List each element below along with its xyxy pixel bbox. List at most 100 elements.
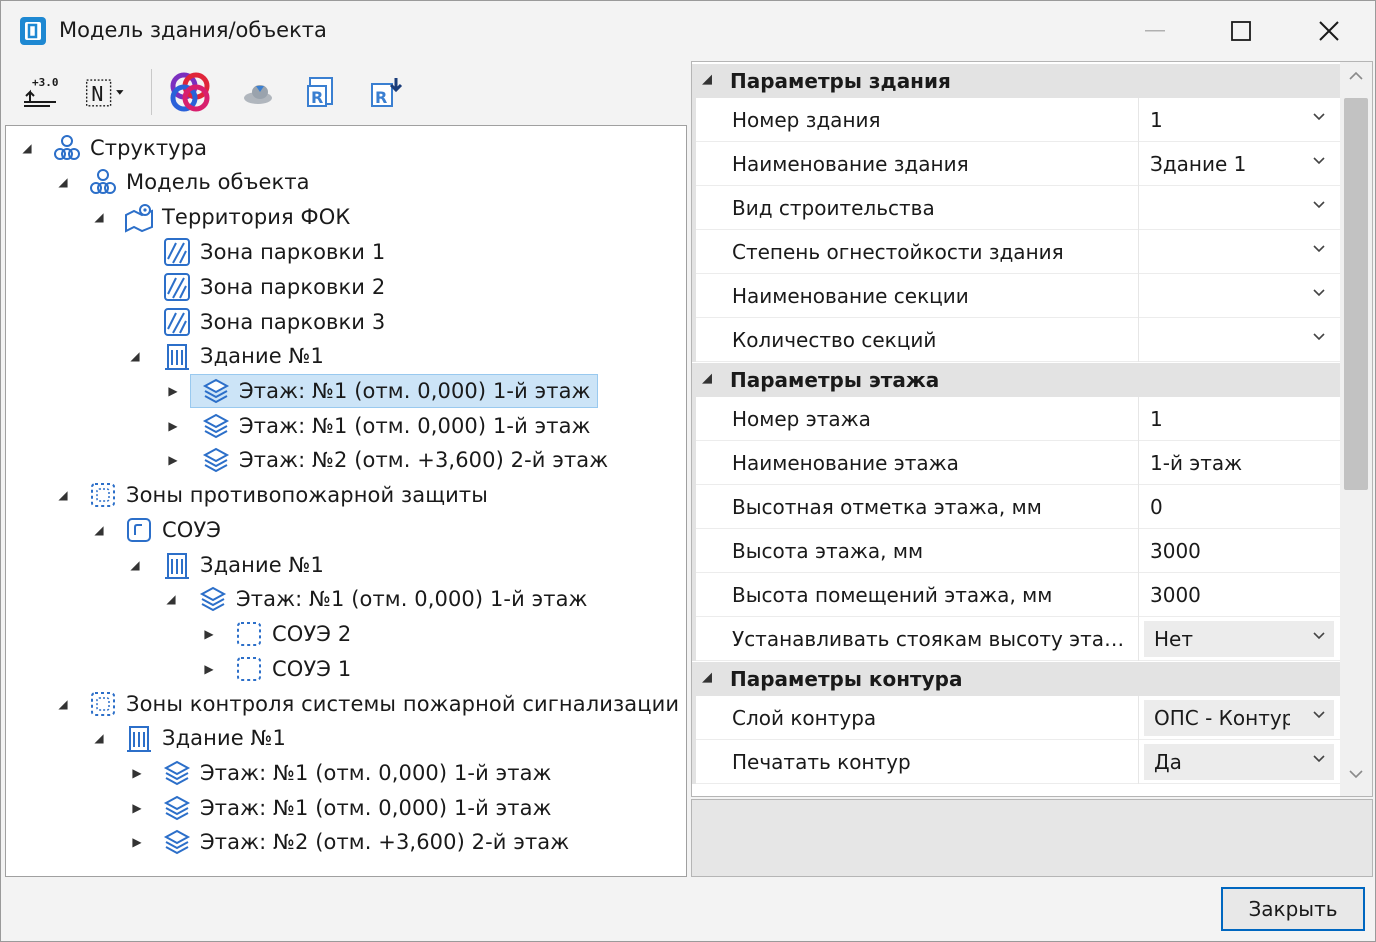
tree-node-building-1[interactable]: ◢ Здание №1 [92, 722, 286, 754]
expand-arrow-icon[interactable]: ▶ [202, 662, 216, 676]
property-row-construction-type[interactable]: Вид строительства [692, 186, 1340, 230]
revit-model-button[interactable] [167, 69, 213, 115]
tree-node-soue[interactable]: ◢ СОУЭ [92, 514, 221, 546]
tree-node-structure[interactable]: ◢ Структура [20, 132, 207, 164]
expand-arrow-icon[interactable]: ▶ [166, 384, 180, 398]
column-divider[interactable] [1138, 98, 1139, 142]
property-row-fire-resistance[interactable]: Степень огнестойкости здания [692, 230, 1340, 274]
chevron-down-icon[interactable] [1312, 629, 1326, 643]
scrollbar-thumb[interactable] [1344, 98, 1368, 490]
column-divider[interactable] [1138, 142, 1139, 186]
property-row-section-count[interactable]: Количество секций [692, 318, 1340, 362]
column-divider[interactable] [1138, 397, 1139, 441]
tree-node-territory[interactable]: ◢ Территория ФОК [92, 201, 350, 233]
scroll-up-icon[interactable] [1348, 70, 1364, 82]
category-floor-params[interactable]: ◢ Параметры этажа [692, 363, 1340, 397]
property-row-floor-height[interactable]: Высота этажа, мм 3000 [692, 529, 1340, 573]
property-row-contour-layer[interactable]: Слой контура ОПС - Контур [692, 696, 1340, 740]
expand-arrow-icon[interactable]: ▶ [202, 627, 216, 641]
property-row-floor-number[interactable]: Номер этажа 1 [692, 397, 1340, 441]
tree-node-floor[interactable]: ▶ Этаж: №2 (отм. +3,600) 2-й этаж [166, 444, 608, 476]
column-divider[interactable] [1138, 186, 1139, 230]
column-divider[interactable] [1138, 617, 1139, 661]
property-row-building-name[interactable]: Наименование здания Здание 1 [692, 142, 1340, 186]
column-divider[interactable] [1138, 529, 1139, 573]
tree-node-soue-1[interactable]: ▶ СОУЭ 1 [202, 653, 351, 685]
north-arrow-button[interactable]: N [83, 69, 129, 115]
collapse-arrow-icon[interactable]: ◢ [56, 175, 70, 189]
expand-arrow-icon[interactable]: ▶ [130, 801, 144, 815]
tree-node-building-1[interactable]: ◢ Здание №1 [128, 340, 324, 372]
tree-node-floor-selected[interactable]: ▶ Этаж: №1 (отм. 0,000) 1-й этаж [166, 374, 598, 408]
collapse-arrow-icon[interactable]: ◢ [56, 488, 70, 502]
column-divider[interactable] [1138, 441, 1139, 485]
tree-node-object-model[interactable]: ◢ Модель объекта [56, 166, 310, 198]
level-mark-icon: +3.0 [24, 76, 59, 107]
close-window-button[interactable] [1309, 13, 1349, 49]
chevron-down-icon[interactable] [1312, 110, 1326, 124]
property-row-floor-name[interactable]: Наименование этажа 1-й этаж [692, 441, 1340, 485]
vertical-scrollbar[interactable] [1340, 62, 1372, 796]
tree-node-parking-1[interactable]: Зона парковки 1 [162, 236, 385, 268]
chevron-down-icon[interactable] [1312, 752, 1326, 766]
chevron-down-icon[interactable] [1312, 242, 1326, 256]
property-row-floor-elevation[interactable]: Высотная отметка этажа, мм 0 [692, 485, 1340, 529]
column-divider[interactable] [1138, 696, 1139, 740]
expand-arrow-icon[interactable]: ▶ [166, 453, 180, 467]
column-divider[interactable] [1138, 485, 1139, 529]
tree-node-parking-3[interactable]: Зона парковки 3 [162, 306, 385, 338]
column-divider[interactable] [1138, 573, 1139, 617]
category-contour-params[interactable]: ◢ Параметры контура [692, 662, 1340, 696]
tree-node-floor[interactable]: ◢ Этаж: №1 (отм. 0,000) 1-й этаж [164, 583, 588, 615]
column-divider[interactable] [1138, 740, 1139, 784]
chevron-down-icon[interactable] [1312, 708, 1326, 722]
collapse-arrow-icon[interactable]: ◢ [702, 72, 712, 87]
structure-tree[interactable]: ◢ Структура ◢ Модель объекта ◢ Территори… [5, 125, 687, 877]
collapse-arrow-icon[interactable]: ◢ [92, 731, 106, 745]
tree-node-soue-2[interactable]: ▶ СОУЭ 2 [202, 618, 351, 650]
scroll-down-icon[interactable] [1348, 768, 1364, 780]
maximize-button[interactable] [1221, 13, 1261, 49]
collapse-arrow-icon[interactable]: ◢ [702, 371, 712, 386]
revit-export-button[interactable]: R [363, 69, 409, 115]
collapse-arrow-icon[interactable]: ◢ [702, 670, 712, 685]
chevron-down-icon[interactable] [1312, 154, 1326, 168]
minimize-button[interactable] [1135, 13, 1175, 49]
tree-node-floor[interactable]: ▶ Этаж: №1 (отм. 0,000) 1-й этаж [166, 410, 591, 442]
property-row-building-number[interactable]: Номер здания 1 [692, 98, 1340, 142]
collapse-arrow-icon[interactable]: ◢ [164, 592, 178, 606]
chevron-down-icon[interactable] [1312, 198, 1326, 212]
revit-import-button[interactable]: R [299, 69, 345, 115]
level-mark-button[interactable]: +3.0 [17, 69, 63, 115]
collapse-arrow-icon[interactable]: ◢ [92, 523, 106, 537]
tree-node-floor[interactable]: ▶ Этаж: №1 (отм. 0,000) 1-й этаж [130, 792, 552, 824]
chevron-down-icon[interactable] [1312, 286, 1326, 300]
cloud-sync-button[interactable] [235, 69, 281, 115]
property-grid[interactable]: ◢ Параметры здания Номер здания 1 Наимен… [691, 61, 1373, 797]
tree-node-building-1[interactable]: ◢ Здание №1 [128, 549, 324, 581]
collapse-arrow-icon[interactable]: ◢ [92, 210, 106, 224]
expand-arrow-icon[interactable]: ▶ [130, 835, 144, 849]
column-divider[interactable] [1138, 274, 1139, 318]
property-row-print-contour[interactable]: Печатать контур Да [692, 740, 1340, 784]
property-row-section-name[interactable]: Наименование секции [692, 274, 1340, 318]
tree-node-parking-2[interactable]: Зона парковки 2 [162, 271, 385, 303]
expand-arrow-icon[interactable]: ▶ [130, 766, 144, 780]
tree-node-alarm-zones[interactable]: ◢ Зоны контроля системы пожарной сигнали… [56, 688, 679, 720]
close-button[interactable]: Закрыть [1221, 887, 1365, 931]
window-title: Модель здания/объекта [59, 18, 327, 42]
property-row-rooms-height[interactable]: Высота помещений этажа, мм 3000 [692, 573, 1340, 617]
category-building-params[interactable]: ◢ Параметры здания [692, 64, 1340, 98]
property-row-risers-height[interactable]: Устанавливать стоякам высоту этаж... Нет [692, 617, 1340, 661]
collapse-arrow-icon[interactable]: ◢ [128, 558, 142, 572]
tree-node-floor[interactable]: ▶ Этаж: №1 (отм. 0,000) 1-й этаж [130, 757, 552, 789]
collapse-arrow-icon[interactable]: ◢ [56, 697, 70, 711]
tree-node-floor[interactable]: ▶ Этаж: №2 (отм. +3,600) 2-й этаж [130, 826, 569, 858]
column-divider[interactable] [1138, 230, 1139, 274]
chevron-down-icon[interactable] [1312, 330, 1326, 344]
tree-node-fire-zones[interactable]: ◢ Зоны противопожарной защиты [56, 479, 488, 511]
collapse-arrow-icon[interactable]: ◢ [20, 141, 34, 155]
collapse-arrow-icon[interactable]: ◢ [128, 349, 142, 363]
expand-arrow-icon[interactable]: ▶ [166, 419, 180, 433]
column-divider[interactable] [1138, 318, 1139, 362]
